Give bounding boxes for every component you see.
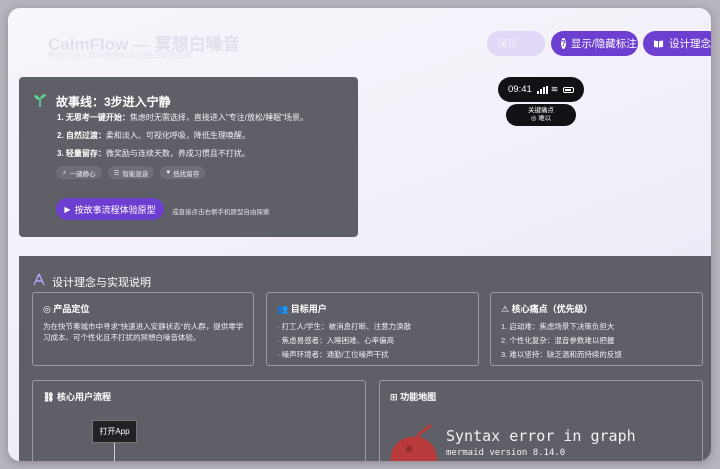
tag-smart-mix: ☰ 智能混音: [107, 166, 155, 179]
pain-points-box: ⚠ 核心痛点（优先级） 1. 启动难：焦虑场景下决策负担大 2. 个性化复杂：混…: [490, 292, 703, 366]
feature-map-title: ⊞ 功能地图: [390, 392, 437, 402]
phone-annotation: 关键痛点 ◎ 难以: [506, 104, 576, 126]
user-flow-title: ⛓ 核心用户流程: [43, 392, 111, 402]
positioning-box: ◎ 产品定位 为在快节奏城市中寻求"快速进入安静状态"的人群，提供零学习成本、可…: [32, 292, 254, 366]
signal-icon: [536, 85, 548, 94]
play-icon: ▶: [64, 204, 71, 214]
target-users-box: 👥 目标用户 · 打工人/学生：被消息打断、注意力涣散 · 焦虑易感者：入睡困难…: [266, 292, 479, 366]
demo-button-label: 演示: [497, 38, 518, 50]
book-icon: [653, 39, 664, 48]
heart-icon: ♥: [166, 169, 171, 176]
story-tags: ⚡ 一键静心 ☰ 智能混音 ♥ 低扰留存: [56, 166, 206, 179]
toggle-annotations-label: 显示/隐藏标注: [570, 38, 637, 50]
story-step-2: 2. 自然过渡：柔和淡入、可视化呼吸，降低生理唤醒。: [57, 131, 250, 140]
phone-time: 09:41: [508, 84, 532, 95]
explore-hint: 或直接点击右侧手机原型自由探索: [172, 209, 270, 216]
app-window: CalmFlow — 冥想白噪音 帮助忙碌人群快速放松的冥想白噪音应用 演示 ?…: [8, 8, 711, 461]
user-item-3: · 噪声环境者：通勤/工位噪声干扰: [277, 350, 389, 359]
design-concept-label: 设计理念: [669, 38, 711, 50]
pain-item-3: 3. 难以坚持：缺乏温和而持续的反馈: [501, 350, 622, 359]
target-icon: ◎: [43, 304, 51, 314]
sitemap-icon: ⊞: [390, 392, 398, 402]
tag-low-disturb: ♥ 低扰留存: [160, 166, 206, 179]
pain-points-title: ⚠ 核心痛点（优先级）: [501, 304, 593, 314]
pain-item-2: 2. 个性化复杂：混音参数难以把握: [501, 336, 615, 345]
page-subtitle: 帮助忙碌人群快速放松的冥想白噪音应用: [48, 51, 192, 60]
sprout-icon: [34, 94, 46, 107]
warning-icon: ⚠: [501, 304, 510, 314]
mermaid-error-title: Syntax error in graph: [446, 427, 636, 445]
story-step-3: 3. 轻量留存：微奖励与连续天数，养成习惯且不打扰。: [57, 149, 250, 158]
user-flow-box: ⛓ 核心用户流程: [32, 380, 366, 461]
user-item-1: · 打工人/学生：被消息打断、注意力涣散: [277, 322, 412, 331]
target-icon: ◎: [530, 115, 537, 122]
story-title: 故事线：3步进入宁静: [56, 95, 171, 109]
wifi-icon: ≋: [550, 84, 559, 94]
section-title: 设计理念与实现说明: [52, 277, 151, 289]
positioning-text: 为在快节奏城市中寻求"快速进入安静状态"的人群，提供零学习成本、可个性化且不打扰…: [43, 322, 244, 342]
mermaid-error-version: mermaid version 8.14.0: [446, 448, 566, 458]
question-icon: ?: [561, 38, 566, 49]
tag-one-tap-calm: ⚡ 一键静心: [56, 166, 102, 179]
bomb-icon: [390, 423, 437, 461]
phone-status-bar[interactable]: 09:41 ≋: [498, 77, 584, 102]
demo-button[interactable]: 演示: [487, 31, 545, 56]
play-story-button[interactable]: ▶ 按故事流程体验原型: [56, 198, 164, 220]
flow-icon: ⛓: [43, 392, 55, 402]
design-concept-button[interactable]: 设计理念: [643, 31, 711, 56]
design-tool-icon: [33, 273, 45, 286]
sliders-icon: ☰: [113, 169, 120, 177]
battery-icon: [563, 86, 574, 93]
toggle-annotations-button[interactable]: ? 显示/隐藏标注: [551, 31, 638, 56]
story-step-1: 1. 无思考一键开始：焦虑时无需选择，直接进入"专注/放松/睡眠"场景。: [57, 113, 309, 122]
pain-item-1: 1. 启动难：焦虑场景下决策负担大: [501, 322, 615, 331]
story-card: 故事线：3步进入宁静 1. 无思考一键开始：焦虑时无需选择，直接进入"专注/放松…: [19, 77, 358, 237]
users-icon: 👥: [277, 304, 289, 314]
positioning-title: ◎ 产品定位: [43, 304, 90, 314]
user-item-2: · 焦虑易感者：入睡困难、心率偏高: [277, 336, 395, 345]
target-users-title: 👥 目标用户: [277, 304, 327, 314]
flow-node-open-app[interactable]: 打开App: [92, 420, 137, 443]
bolt-icon: ⚡: [62, 169, 67, 177]
flow-connector: [114, 443, 115, 461]
